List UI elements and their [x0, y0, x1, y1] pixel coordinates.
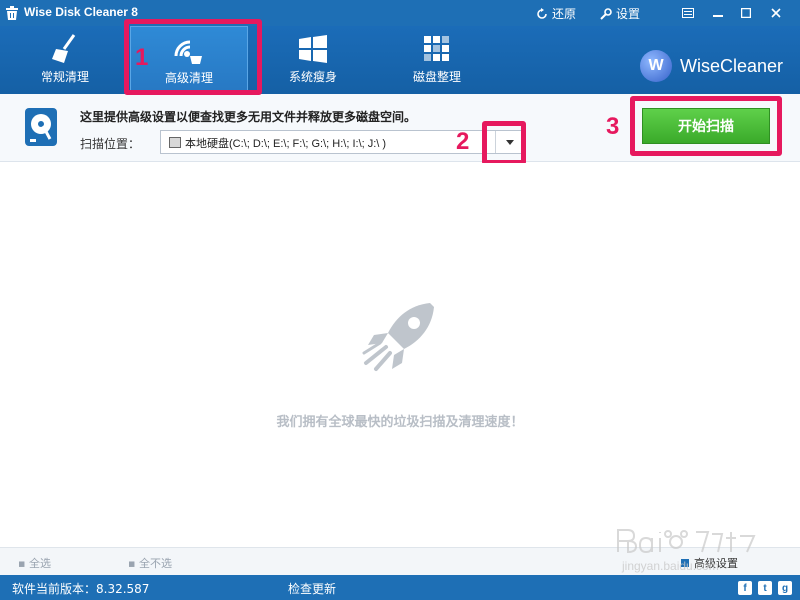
select-all-link[interactable]: ▪ 全选 — [18, 555, 51, 571]
advanced-settings-label: 高级设置 — [694, 557, 738, 570]
select-none-label: 全不选 — [138, 557, 172, 570]
app-trash-icon — [6, 6, 18, 20]
tab-disk-defrag-label: 磁盘整理 — [412, 70, 461, 84]
tab-regular-clean[interactable]: 常规清理 — [6, 26, 124, 94]
close-button[interactable] — [764, 3, 788, 23]
advanced-settings-link[interactable]: 高级设置 — [680, 555, 738, 571]
settings-small-icon — [681, 559, 689, 567]
defrag-icon — [424, 36, 449, 61]
scan-location-label: 扫描位置： — [80, 137, 141, 151]
status-bar: 软件当前版本：8.32.587 检查更新 f t g — [0, 575, 800, 600]
version-text: 软件当前版本：8.32.587 — [12, 582, 150, 596]
close-icon — [771, 8, 781, 18]
annotation-box-2 — [482, 121, 526, 165]
wrench-icon — [600, 7, 612, 20]
empty-state-message: 我们拥有全球最快的垃圾扫描及清理速度！ — [276, 415, 524, 430]
settings-label: 设置 — [616, 7, 641, 21]
tab-disk-defrag[interactable]: 磁盘整理 — [378, 26, 496, 94]
settings-button[interactable]: 设置 — [600, 5, 640, 22]
twitter-icon[interactable]: t — [758, 581, 772, 595]
facebook-icon[interactable]: f — [738, 581, 752, 595]
maximize-button[interactable] — [734, 3, 758, 23]
restore-icon — [537, 7, 547, 19]
check-update-link[interactable]: 检查更新 — [288, 580, 336, 597]
tab-system-slim[interactable]: 系统瘦身 — [254, 26, 372, 94]
windows-icon — [299, 35, 327, 63]
broom-icon — [52, 34, 76, 63]
maximize-icon — [741, 8, 751, 18]
select-all-label: 全选 — [28, 557, 51, 570]
google-plus-icon[interactable]: g — [778, 581, 792, 595]
scan-location-value: 本地硬盘(C:\; D:\; E:\; F:\; G:\; H:\; I:\; … — [185, 138, 387, 150]
results-area: 我们拥有全球最快的垃圾扫描及清理速度！ — [0, 163, 800, 547]
minimize-button[interactable] — [706, 3, 730, 23]
brand[interactable]: W WiseCleaner — [640, 50, 783, 82]
annotation-number-2: 2 — [456, 128, 470, 155]
restore-label: 还原 — [552, 7, 577, 21]
annotation-number-1: 1 — [135, 44, 149, 71]
scan-location-select[interactable]: 本地硬盘(C:\; D:\; E:\; F:\; G:\; H:\; I:\; … — [160, 130, 524, 154]
menu-icon — [682, 8, 694, 18]
tab-system-slim-label: 系统瘦身 — [288, 70, 337, 84]
tab-regular-clean-label: 常规清理 — [40, 70, 89, 84]
wisecleaner-logo: W — [640, 50, 672, 82]
disk-settings-icon — [25, 108, 57, 146]
nav-bar: 常规清理 高级清理 系统瘦身 磁盘整理 W WiseCleaner — [0, 26, 800, 94]
rocket-icon — [362, 303, 434, 371]
hard-disk-icon — [169, 137, 181, 148]
title-bar: Wise Disk Cleaner 8 还原 设置 — [0, 0, 800, 26]
restore-button[interactable]: 还原 — [536, 5, 576, 22]
app-title: Wise Disk Cleaner 8 — [24, 5, 138, 19]
selection-bar: ▪ 全选 ▪ 全不选 高级设置 — [0, 547, 800, 575]
menu-button[interactable] — [676, 3, 700, 23]
options-description: 这里提供高级设置以便查找更多无用文件并释放更多磁盘空间。 — [80, 110, 417, 124]
annotation-number-3: 3 — [606, 113, 620, 140]
minimize-icon — [713, 15, 723, 17]
annotation-box-3 — [630, 96, 782, 156]
select-none-link[interactable]: ▪ 全不选 — [128, 555, 172, 571]
brand-name: WiseCleaner — [680, 55, 784, 76]
